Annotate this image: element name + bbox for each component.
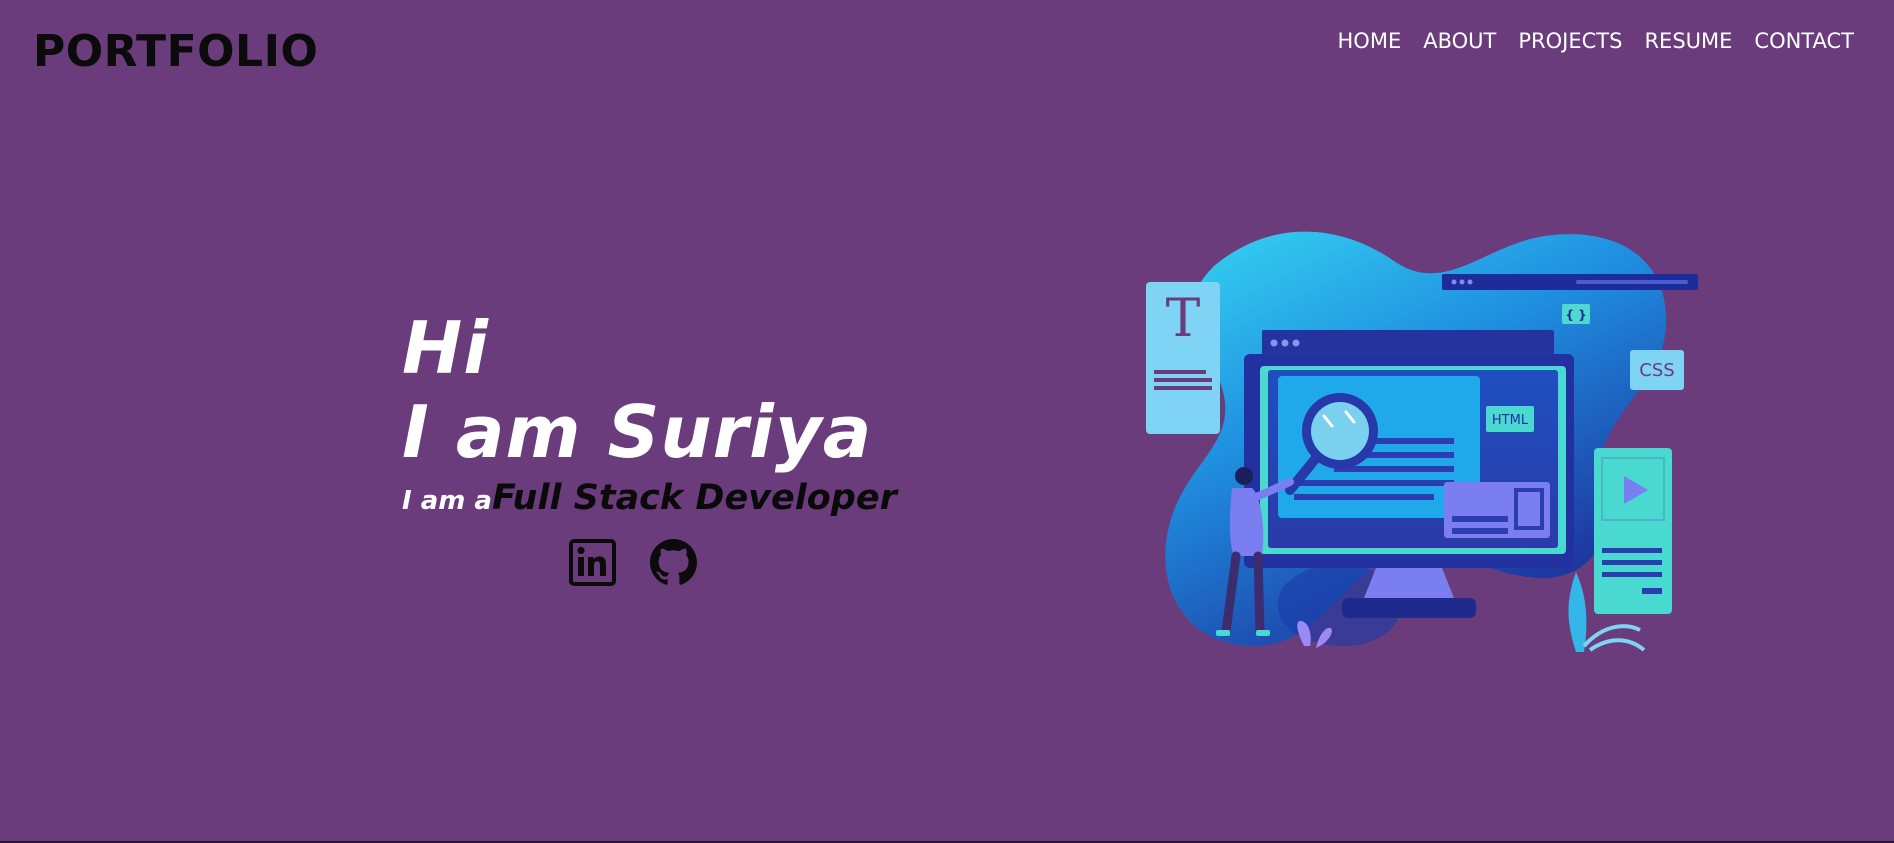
github-icon[interactable] (650, 539, 697, 586)
svg-text:{ }: { } (1565, 308, 1586, 322)
main-nav: HOME ABOUT PROJECTS RESUME CONTACT (1338, 26, 1854, 56)
nav-resume[interactable]: RESUME (1644, 26, 1732, 56)
person-head (1235, 467, 1253, 485)
nav-projects[interactable]: PROJECTS (1518, 26, 1622, 56)
nav-contact[interactable]: CONTACT (1754, 26, 1854, 56)
linkedin-icon[interactable] (569, 539, 616, 586)
role-prefix: I am a (402, 486, 492, 516)
hero-illustration: { } T CSS HTML (1144, 226, 1700, 692)
hero-text: Hi I am Suriya I am aFull Stack Develope… (402, 306, 922, 528)
greeting: Hi (402, 306, 489, 390)
social-links (569, 539, 697, 586)
name-heading: I am Suriya (402, 390, 873, 474)
svg-text:HTML: HTML (1492, 413, 1529, 428)
brand-logo[interactable]: PORTFOLIO (33, 26, 318, 78)
svg-text:CSS: CSS (1639, 360, 1674, 381)
nav-home[interactable]: HOME (1338, 26, 1402, 56)
nav-about[interactable]: ABOUT (1423, 26, 1496, 56)
svg-text:T: T (1166, 289, 1201, 349)
role-line: I am aFull Stack Developer (402, 474, 922, 528)
plant-right (1568, 572, 1587, 652)
role-title: Full Stack Developer (491, 478, 897, 518)
